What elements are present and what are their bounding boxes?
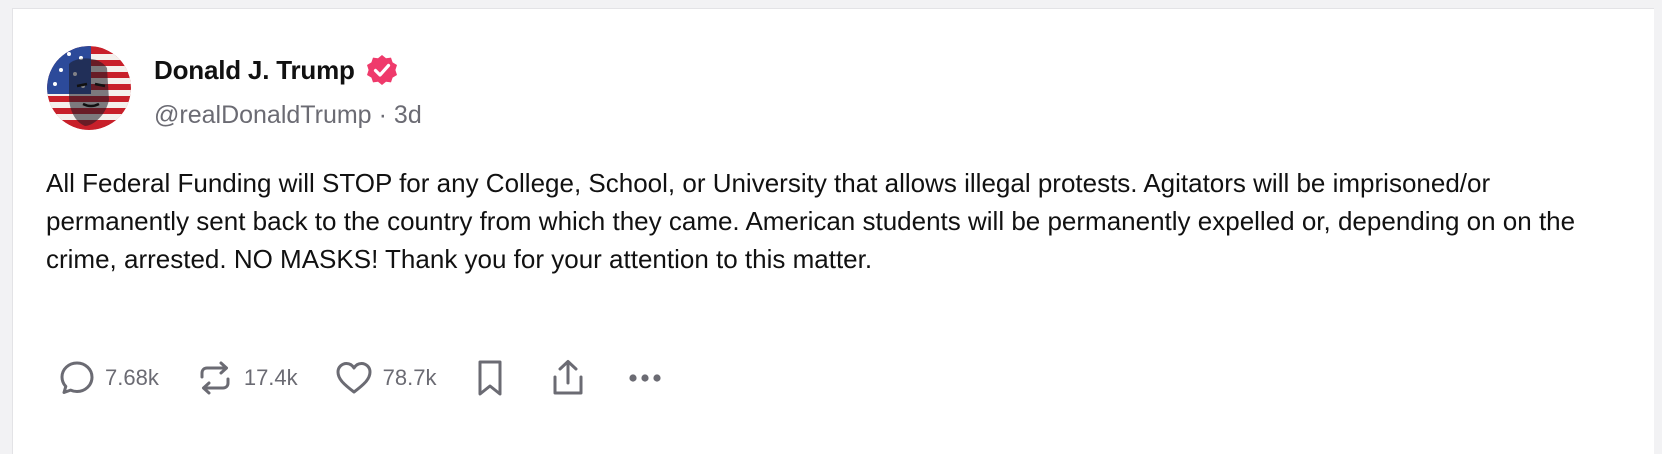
repost-count: 17.4k bbox=[243, 365, 298, 390]
reply-button[interactable]: 7.68k bbox=[58, 359, 159, 397]
repost-button[interactable]: 17.4k bbox=[195, 359, 298, 397]
heart-icon bbox=[336, 362, 372, 394]
author-display-name[interactable]: Donald J. Trump bbox=[154, 55, 355, 86]
author-meta: @realDonaldTrump · 3d bbox=[154, 101, 422, 130]
verified-badge-icon bbox=[366, 55, 397, 85]
meta-separator: · bbox=[378, 101, 387, 129]
repost-icon bbox=[200, 361, 230, 395]
more-icon bbox=[629, 374, 662, 382]
post-card: Donald J. Trump @realDonaldTrump · 3d All … bbox=[12, 8, 1654, 454]
post-timestamp[interactable]: 3d bbox=[394, 101, 422, 129]
more-options-button[interactable] bbox=[626, 368, 664, 388]
bookmark-button[interactable] bbox=[474, 358, 506, 398]
author-row: Donald J. Trump bbox=[154, 53, 399, 87]
like-button[interactable]: 78.7k bbox=[334, 359, 437, 397]
action-bar: 7.68k 17.4k 78.7k bbox=[58, 355, 664, 401]
share-icon bbox=[553, 360, 583, 395]
share-button[interactable] bbox=[550, 358, 586, 398]
post-text: All Federal Funding will STOP for any Co… bbox=[46, 168, 1576, 274]
reply-count: 7.68k bbox=[105, 365, 159, 390]
like-count: 78.7k bbox=[382, 365, 437, 390]
avatar[interactable] bbox=[47, 46, 131, 130]
comment-icon bbox=[60, 361, 94, 394]
author-handle[interactable]: @realDonaldTrump bbox=[154, 101, 372, 129]
avatar-image bbox=[47, 46, 131, 130]
bookmark-icon bbox=[478, 360, 502, 396]
